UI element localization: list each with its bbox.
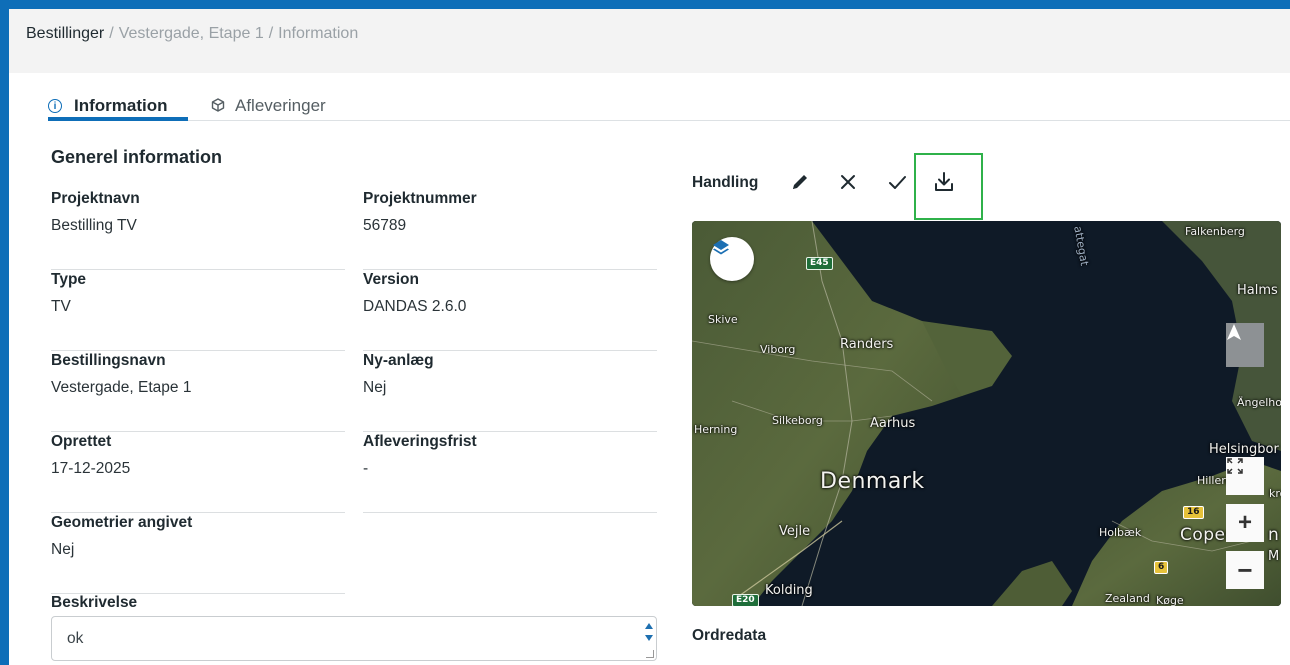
map-label-helsingborg: Helsingbor — [1209, 442, 1279, 457]
field-projektnavn: Projektnavn Bestilling TV — [51, 190, 345, 270]
section-title: Generel information — [51, 147, 223, 167]
map-label-viborg: Viborg — [760, 343, 796, 356]
road-shield-e20: E20 — [732, 594, 759, 606]
field-afleveringsfrist: Afleveringsfrist - — [363, 433, 657, 513]
map-label-vejle: Vejle — [779, 524, 811, 539]
field-label: Type — [51, 271, 87, 288]
field-label: Bestillingsnavn — [51, 352, 166, 369]
handling-label: Handling — [692, 174, 759, 191]
zoom-out-icon: − — [1237, 554, 1253, 585]
field-version: Version DANDAS 2.6.0 — [363, 271, 657, 351]
field-type: Type TV — [51, 271, 345, 351]
scroll-down-icon[interactable] — [645, 635, 653, 641]
field-oprettet: Oprettet 17-12-2025 — [51, 433, 345, 513]
breadcrumb-order-link[interactable]: Vestergade, Etape 1 — [119, 25, 264, 42]
road-shield-16: 16 — [1183, 506, 1204, 519]
map-label-malmo: M — [1268, 549, 1280, 564]
cube-icon — [211, 97, 225, 115]
zoom-in-button[interactable]: + — [1226, 504, 1264, 542]
field-bestillingsnavn: Bestillingsnavn Vestergade, Etape 1 — [51, 352, 345, 432]
field-label: Version — [363, 271, 419, 288]
fullscreen-button[interactable] — [1226, 457, 1264, 495]
map-label-halmstad: Halms — [1237, 283, 1278, 298]
map-label-krok: kro — [1269, 487, 1281, 500]
field-label: Geometrier angivet — [51, 514, 193, 531]
app-frame: Bestillinger / Vestergade, Etape 1/Informa… — [0, 0, 1290, 665]
map-view[interactable]: attegat Falkenberg Halms Skive Viborg Ra… — [692, 221, 1281, 606]
left-accent-bar — [0, 0, 9, 665]
info-circle-icon: i — [48, 99, 62, 113]
tab-information[interactable]: i Information — [48, 92, 168, 120]
field-label: Projektnavn — [51, 190, 140, 207]
edit-button[interactable] — [785, 168, 815, 200]
map-label-angelholm: Ängelho — [1237, 396, 1281, 409]
map-label-falkenberg: Falkenberg — [1185, 225, 1245, 238]
map-label-silkeborg: Silkeborg — [772, 414, 823, 427]
close-icon — [838, 172, 858, 197]
field-value: - — [363, 460, 369, 477]
field-label: Ny-anlæg — [363, 352, 434, 369]
tab-afleveringer[interactable]: Afleveringer — [211, 92, 326, 120]
active-tab-indicator — [48, 117, 188, 121]
zoom-in-icon: + — [1237, 509, 1252, 536]
field-value: Nej — [363, 379, 387, 396]
map-label-copenhagen-tail: n — [1268, 525, 1280, 545]
textarea-scroll-arrows[interactable] — [644, 621, 654, 649]
field-value: Bestilling TV — [51, 217, 137, 234]
field-geometrier-angivet: Geometrier angivet Nej — [51, 514, 345, 594]
map-label-koge: Køge — [1156, 594, 1184, 606]
field-label: Projektnummer — [363, 190, 477, 207]
field-projektnummer: Projektnummer 56789 — [363, 190, 657, 270]
map-label-kolding: Kolding — [765, 583, 813, 598]
breadcrumb-separator: / — [268, 25, 274, 42]
field-value: 17-12-2025 — [51, 460, 131, 477]
road-shield-6: 6 — [1154, 561, 1169, 574]
zoom-out-button[interactable]: − — [1226, 551, 1264, 589]
pencil-icon — [789, 171, 811, 198]
field-value: TV — [51, 298, 71, 315]
download-highlight-box — [914, 153, 983, 220]
ordredata-heading: Ordredata — [692, 627, 767, 644]
road-shield-e45: E45 — [806, 257, 833, 270]
accept-button[interactable] — [882, 168, 912, 200]
scroll-up-icon[interactable] — [645, 623, 653, 629]
beskrivelse-value: ok — [67, 630, 84, 647]
tab-afleveringer-label: Afleveringer — [235, 96, 326, 115]
breadcrumb-separator: / — [109, 25, 114, 42]
resize-handle-icon[interactable] — [646, 650, 654, 658]
layers-button[interactable] — [710, 237, 754, 281]
beskrivelse-label: Beskrivelse — [51, 594, 138, 611]
tab-divider — [48, 120, 1290, 121]
breadcrumb-root-link[interactable]: Bestillinger — [26, 25, 104, 42]
cancel-button[interactable] — [833, 168, 863, 200]
beskrivelse-textarea[interactable]: ok — [51, 616, 657, 661]
field-ny-anlaeg: Ny-anlæg Nej — [363, 352, 657, 432]
field-value: Vestergade, Etape 1 — [51, 379, 192, 396]
map-label-denmark: Denmark — [820, 469, 925, 494]
tab-information-label: Information — [74, 96, 168, 115]
check-icon — [887, 172, 907, 197]
top-accent-bar — [0, 0, 1290, 9]
breadcrumb: Bestillinger / Vestergade, Etape 1/Informa… — [26, 25, 358, 43]
field-value: 56789 — [363, 217, 407, 234]
map-label-randers: Randers — [840, 337, 894, 352]
map-label-holbaek: Holbæk — [1099, 526, 1142, 539]
breadcrumb-bar: Bestillinger / Vestergade, Etape 1/Informa… — [9, 9, 1290, 73]
field-value: DANDAS 2.6.0 — [363, 298, 467, 315]
compass-button[interactable] — [1226, 323, 1264, 367]
map-label-aarhus: Aarhus — [870, 416, 916, 431]
map-label-herning: Herning — [694, 423, 738, 436]
field-value: Nej — [51, 541, 75, 558]
map-label-skive: Skive — [708, 313, 738, 326]
field-label: Oprettet — [51, 433, 112, 450]
breadcrumb-current: Information — [278, 25, 359, 42]
field-label: Afleveringsfrist — [363, 433, 477, 450]
map-label-zealand: Zealand — [1105, 592, 1150, 605]
